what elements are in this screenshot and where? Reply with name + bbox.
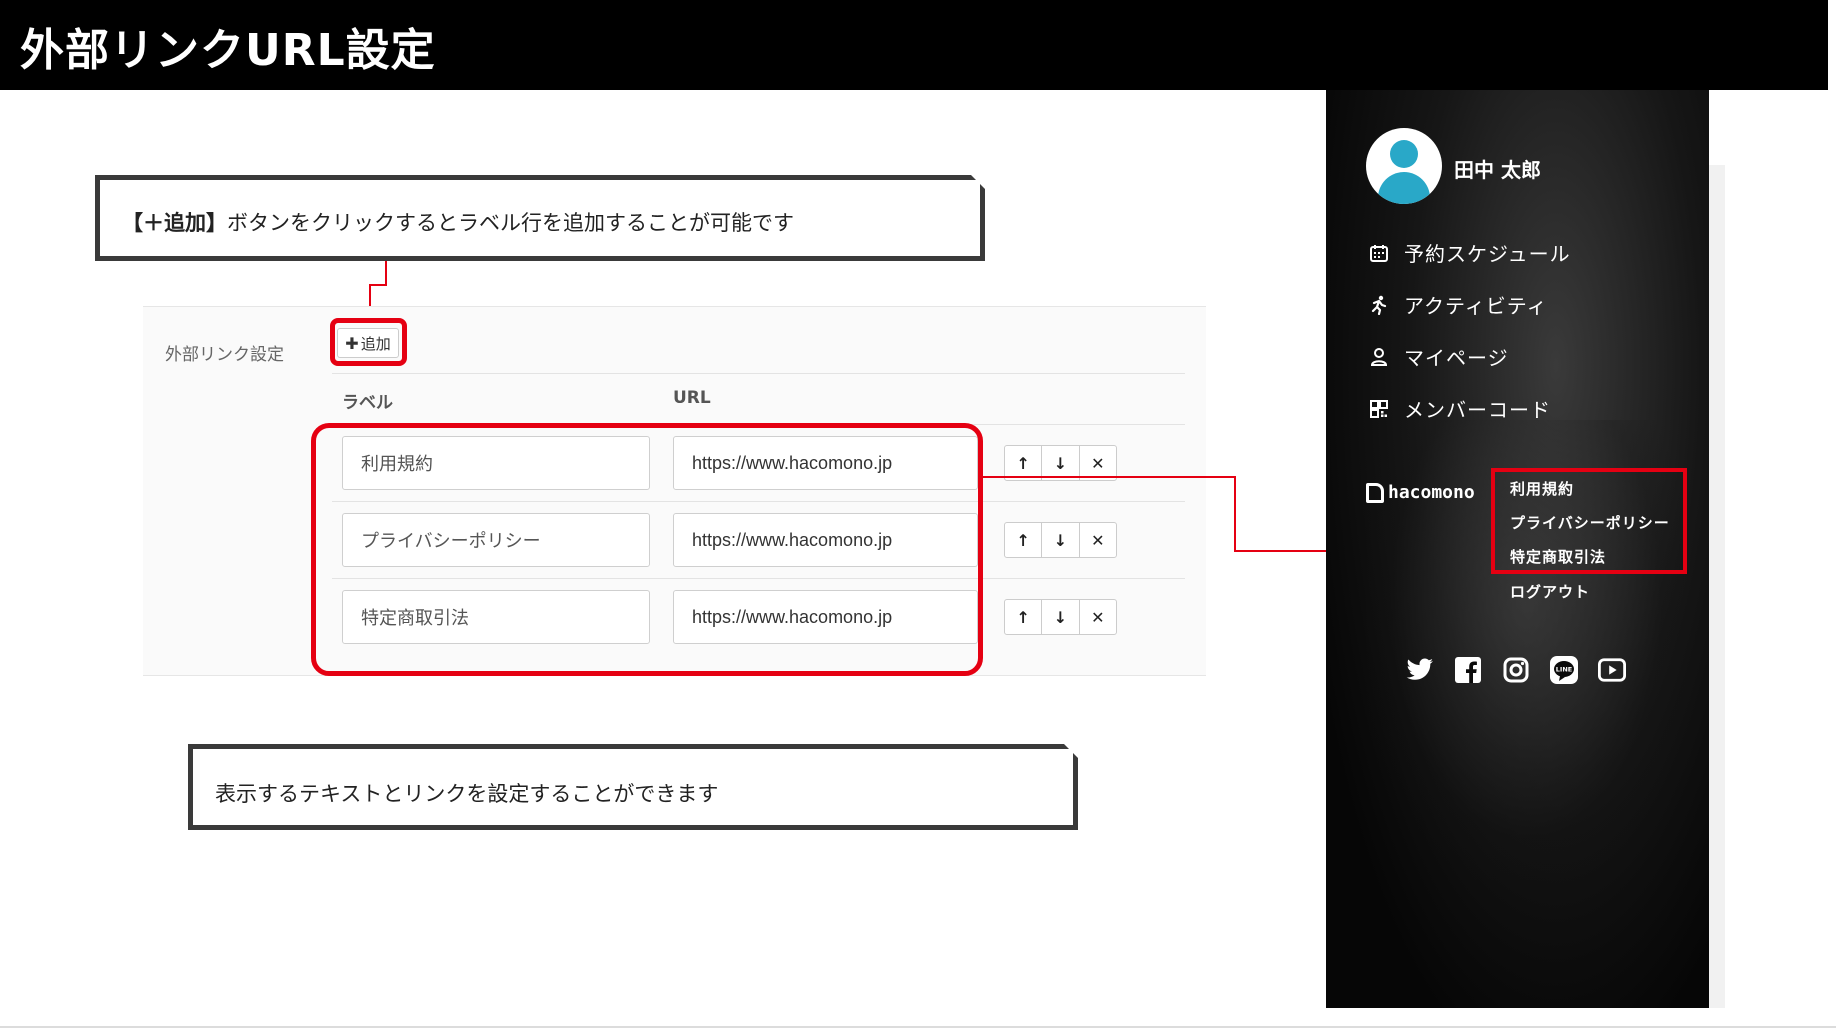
row-controls: ↑ ↓ ✕ — [1004, 522, 1117, 558]
connector-line-add — [369, 284, 387, 286]
nav-label: 予約スケジュール — [1404, 242, 1571, 266]
nav-item-mypage[interactable]: マイページ — [1368, 342, 1509, 371]
qr-code-icon — [1368, 398, 1390, 420]
connector-line-links — [1234, 476, 1236, 552]
calendar-icon — [1368, 242, 1390, 264]
move-down-button[interactable]: ↓ — [1042, 446, 1080, 480]
callout-add-description: 【＋追加】ボタンをクリックするとラベル行を追加することが可能です — [95, 175, 985, 261]
running-icon — [1368, 294, 1390, 316]
header-bar: 外部リンクURL設定 — [0, 0, 1828, 90]
hacomono-logo: hacomono — [1366, 482, 1475, 503]
instagram-icon[interactable] — [1502, 656, 1530, 684]
nav-item-schedule[interactable]: 予約スケジュール — [1368, 238, 1571, 267]
divider — [332, 373, 1185, 374]
delete-row-button[interactable]: ✕ — [1080, 446, 1116, 480]
column-header-label: ラベル — [342, 393, 393, 413]
sidebar-shadow — [1709, 165, 1725, 1008]
callout-add-bold: 【＋追加】 — [122, 211, 227, 235]
highlight-link-rows — [311, 423, 983, 676]
highlight-add-button — [330, 318, 407, 366]
nav-label: メンバーコード — [1404, 398, 1551, 422]
nav-label: マイページ — [1404, 346, 1509, 370]
settings-label: 外部リンク設定 — [165, 345, 284, 365]
youtube-icon[interactable] — [1598, 656, 1626, 684]
nav-item-member-code[interactable]: メンバーコード — [1368, 394, 1551, 423]
twitter-icon[interactable] — [1406, 656, 1434, 684]
page-title: 外部リンクURL設定 — [20, 25, 436, 76]
move-up-button[interactable]: ↑ — [1005, 523, 1043, 557]
move-up-button[interactable]: ↑ — [1005, 446, 1043, 480]
callout-link-description: 表示するテキストとリンクを設定することができます — [188, 744, 1078, 830]
connector-line-add — [385, 261, 387, 285]
facebook-icon[interactable] — [1454, 656, 1482, 684]
row-controls: ↑ ↓ ✕ — [1004, 599, 1117, 635]
move-down-button[interactable]: ↓ — [1042, 600, 1080, 634]
person-icon — [1368, 346, 1390, 368]
hacomono-logo-icon — [1366, 482, 1384, 503]
nav-item-activity[interactable]: アクティビティ — [1368, 290, 1548, 319]
move-down-button[interactable]: ↓ — [1042, 523, 1080, 557]
user-name: 田中 太郎 — [1454, 158, 1541, 182]
delete-row-button[interactable]: ✕ — [1080, 600, 1116, 634]
social-links: LINE — [1406, 656, 1626, 684]
move-up-button[interactable]: ↑ — [1005, 600, 1043, 634]
highlight-sidebar-links — [1491, 468, 1687, 574]
delete-row-button[interactable]: ✕ — [1080, 523, 1116, 557]
column-header-url: URL — [673, 388, 711, 408]
logout-link[interactable]: ログアウト — [1510, 581, 1590, 602]
nav-label: アクティビティ — [1404, 294, 1548, 318]
svg-text:LINE: LINE — [1556, 666, 1572, 674]
callout-link-text: 表示するテキストとリンクを設定することができます — [215, 782, 719, 806]
callout-add-text: ボタンをクリックするとラベル行を追加することが可能です — [227, 211, 794, 235]
connector-line-links — [983, 476, 1236, 478]
line-icon[interactable]: LINE — [1550, 656, 1578, 684]
avatar[interactable] — [1366, 128, 1442, 204]
